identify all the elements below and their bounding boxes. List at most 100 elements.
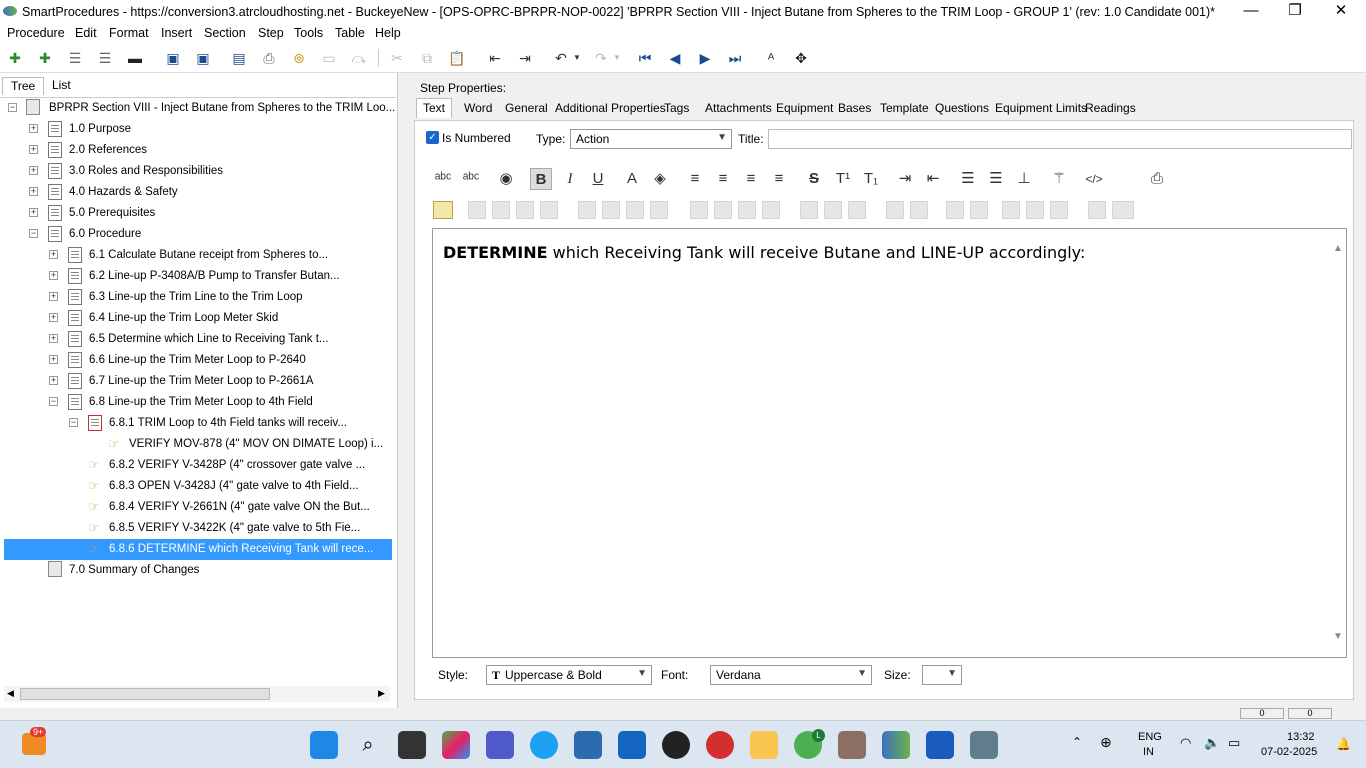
battery-icon[interactable]: ▭	[1228, 735, 1240, 751]
expand-icon[interactable]: +	[49, 355, 58, 364]
tree-node-subsection[interactable]: +6.7 Line-up the Trim Meter Loop to P-26…	[4, 371, 394, 392]
task-view-icon[interactable]	[398, 731, 426, 759]
align-center-icon[interactable]: ≡	[712, 168, 734, 190]
tab-readings[interactable]: Readings	[1085, 101, 1136, 115]
file-explorer-icon[interactable]	[750, 731, 778, 759]
type-select[interactable]: Action ▼	[570, 129, 732, 149]
wifi-icon[interactable]: ◠	[1180, 735, 1191, 751]
expand-icon[interactable]: +	[49, 334, 58, 343]
first-step-icon[interactable]: ⏮	[636, 49, 654, 67]
menu-insert[interactable]: Insert	[161, 26, 192, 40]
menu-help[interactable]: Help	[375, 26, 401, 40]
color-wheel-icon[interactable]: ◉	[495, 168, 517, 190]
tree-node-section[interactable]: 7.0 Summary of Changes	[4, 560, 394, 581]
indent-icon[interactable]: ⇥	[516, 49, 534, 67]
expand-icon[interactable]: +	[29, 187, 38, 196]
collapse-icon[interactable]: −	[8, 103, 17, 112]
print-icon[interactable]: ⎙	[260, 49, 278, 67]
tree-node-subsection[interactable]: +6.4 Line-up the Trim Loop Meter Skid	[4, 308, 394, 329]
last-step-icon[interactable]: ⏭	[726, 49, 744, 67]
close-button[interactable]: ✕	[1318, 0, 1364, 24]
bulleted-list-icon[interactable]: ☰	[957, 168, 979, 190]
tree-node-action-selected[interactable]: ☞ 6.8.6 DETERMINE which Receiving Tank wi…	[4, 539, 392, 560]
notifications-icon[interactable]: 🔔	[1336, 737, 1351, 751]
redo-dropdown-icon[interactable]: ▼	[608, 49, 626, 67]
remote-app-icon[interactable]	[970, 731, 998, 759]
add-child-icon[interactable]: ✚	[36, 49, 54, 67]
image-icon[interactable]: ▭	[320, 49, 338, 67]
title-input[interactable]	[768, 129, 1352, 149]
vpn-icon[interactable]	[618, 731, 646, 759]
previous-step-icon[interactable]: ◀	[666, 49, 684, 67]
scroll-down-icon[interactable]: ▼	[1333, 631, 1343, 642]
expand-icon[interactable]: +	[29, 208, 38, 217]
tree-node-action[interactable]: ☞ 6.8.3 OPEN V-3428J (4" gate valve to 4t…	[4, 476, 394, 497]
link-icon[interactable]: ⊚	[290, 49, 308, 67]
menu-section[interactable]: Section	[204, 26, 246, 40]
tree-node-subsection[interactable]: +6.5 Determine which Line to Receiving T…	[4, 329, 394, 350]
expand-icon[interactable]: +	[49, 376, 58, 385]
tab-attachments[interactable]: Attachments	[705, 101, 772, 115]
move-icon[interactable]: ✥	[792, 49, 810, 67]
expand-icon[interactable]: +	[29, 124, 38, 133]
tree-node-section[interactable]: +3.0 Roles and Responsibilities	[4, 161, 394, 182]
network-tray-icon[interactable]: ⊕	[1100, 734, 1112, 751]
justify-icon[interactable]: ≡	[768, 168, 790, 190]
spellcheck-icon[interactable]: ᵃᵇᶜ	[432, 168, 454, 190]
indent-list-icon[interactable]: ☰	[66, 49, 84, 67]
outdent-icon[interactable]: ⇤	[486, 49, 504, 67]
tab-additional-properties[interactable]: Additional Properties	[555, 101, 666, 115]
opera-icon[interactable]	[706, 731, 734, 759]
edge-icon[interactable]	[530, 731, 558, 759]
increase-indent-icon[interactable]: ⇥	[894, 168, 916, 190]
expand-icon[interactable]: +	[49, 292, 58, 301]
size-select[interactable]: ▼	[922, 665, 962, 685]
tree-node-subsection[interactable]: +6.1 Calculate Butane receipt from Spher…	[4, 245, 394, 266]
tray-chevron-icon[interactable]: ⌃	[1072, 735, 1082, 749]
font-select[interactable]: Verdana ▼	[710, 665, 872, 685]
word-icon[interactable]	[926, 731, 954, 759]
add-icon[interactable]: ✚	[6, 49, 24, 67]
tab-general[interactable]: General	[505, 101, 548, 115]
tab-equipment[interactable]: Equipment	[776, 101, 833, 115]
spellcheck-all-icon[interactable]: ᵃᵇᶜ	[460, 168, 482, 190]
tree-node-action[interactable]: ☞ VERIFY MOV-878 (4" MOV ON DIMATE Loop) …	[4, 434, 394, 455]
menu-step[interactable]: Step	[258, 26, 284, 40]
expand-icon[interactable]: +	[29, 166, 38, 175]
expand-icon[interactable]: +	[29, 145, 38, 154]
scroll-right-icon[interactable]: ▶	[378, 688, 385, 699]
tab-questions[interactable]: Questions	[935, 101, 989, 115]
menu-tools[interactable]: Tools	[294, 26, 323, 40]
copilot-icon[interactable]	[442, 731, 470, 759]
strikethrough-button[interactable]: S	[803, 168, 825, 190]
app-icon[interactable]	[838, 731, 866, 759]
paste-icon[interactable]: 📋	[448, 49, 466, 67]
tree-horizontal-scrollbar[interactable]: ◀ ▶	[4, 686, 390, 702]
remove-icon[interactable]: ▬	[126, 49, 144, 67]
tree-node-section[interactable]: +5.0 Prerequisites	[4, 203, 394, 224]
subscript-button[interactable]: T₁	[860, 168, 882, 190]
print-preview-icon[interactable]: ⎙	[1146, 168, 1168, 190]
outline-icon[interactable]: ☰	[96, 49, 114, 67]
tree-node-section[interactable]: − 6.0 Procedure	[4, 224, 394, 245]
underline-button[interactable]: U	[587, 168, 609, 190]
collapse-icon[interactable]: −	[29, 229, 38, 238]
spellcheck-icon[interactable]: ᴬ	[762, 49, 780, 67]
tree-node-action[interactable]: ☞ 6.8.4 VERIFY V-2661N (4" gate valve ON …	[4, 497, 394, 518]
is-numbered-checkbox[interactable]: ✓	[426, 131, 439, 144]
scroll-left-icon[interactable]: ◀	[7, 688, 14, 699]
menu-edit[interactable]: Edit	[75, 26, 97, 40]
align-right-icon[interactable]: ≡	[740, 168, 762, 190]
tab-tree[interactable]: Tree	[2, 77, 45, 95]
tab-word[interactable]: Word	[464, 101, 492, 115]
clock-date[interactable]: 07-02-2025	[1261, 746, 1317, 758]
menu-format[interactable]: Format	[109, 26, 149, 40]
store-icon[interactable]	[574, 731, 602, 759]
tab-tags[interactable]: Tags	[664, 101, 689, 115]
tab-template[interactable]: Template	[880, 101, 929, 115]
highlight-icon[interactable]: ◈	[649, 168, 671, 190]
menu-table[interactable]: Table	[335, 26, 365, 40]
editor-content[interactable]: DETERMINE which Receiving Tank will rece…	[443, 243, 1085, 262]
tab-text[interactable]: Text	[416, 98, 453, 118]
expand-icon[interactable]: +	[49, 313, 58, 322]
